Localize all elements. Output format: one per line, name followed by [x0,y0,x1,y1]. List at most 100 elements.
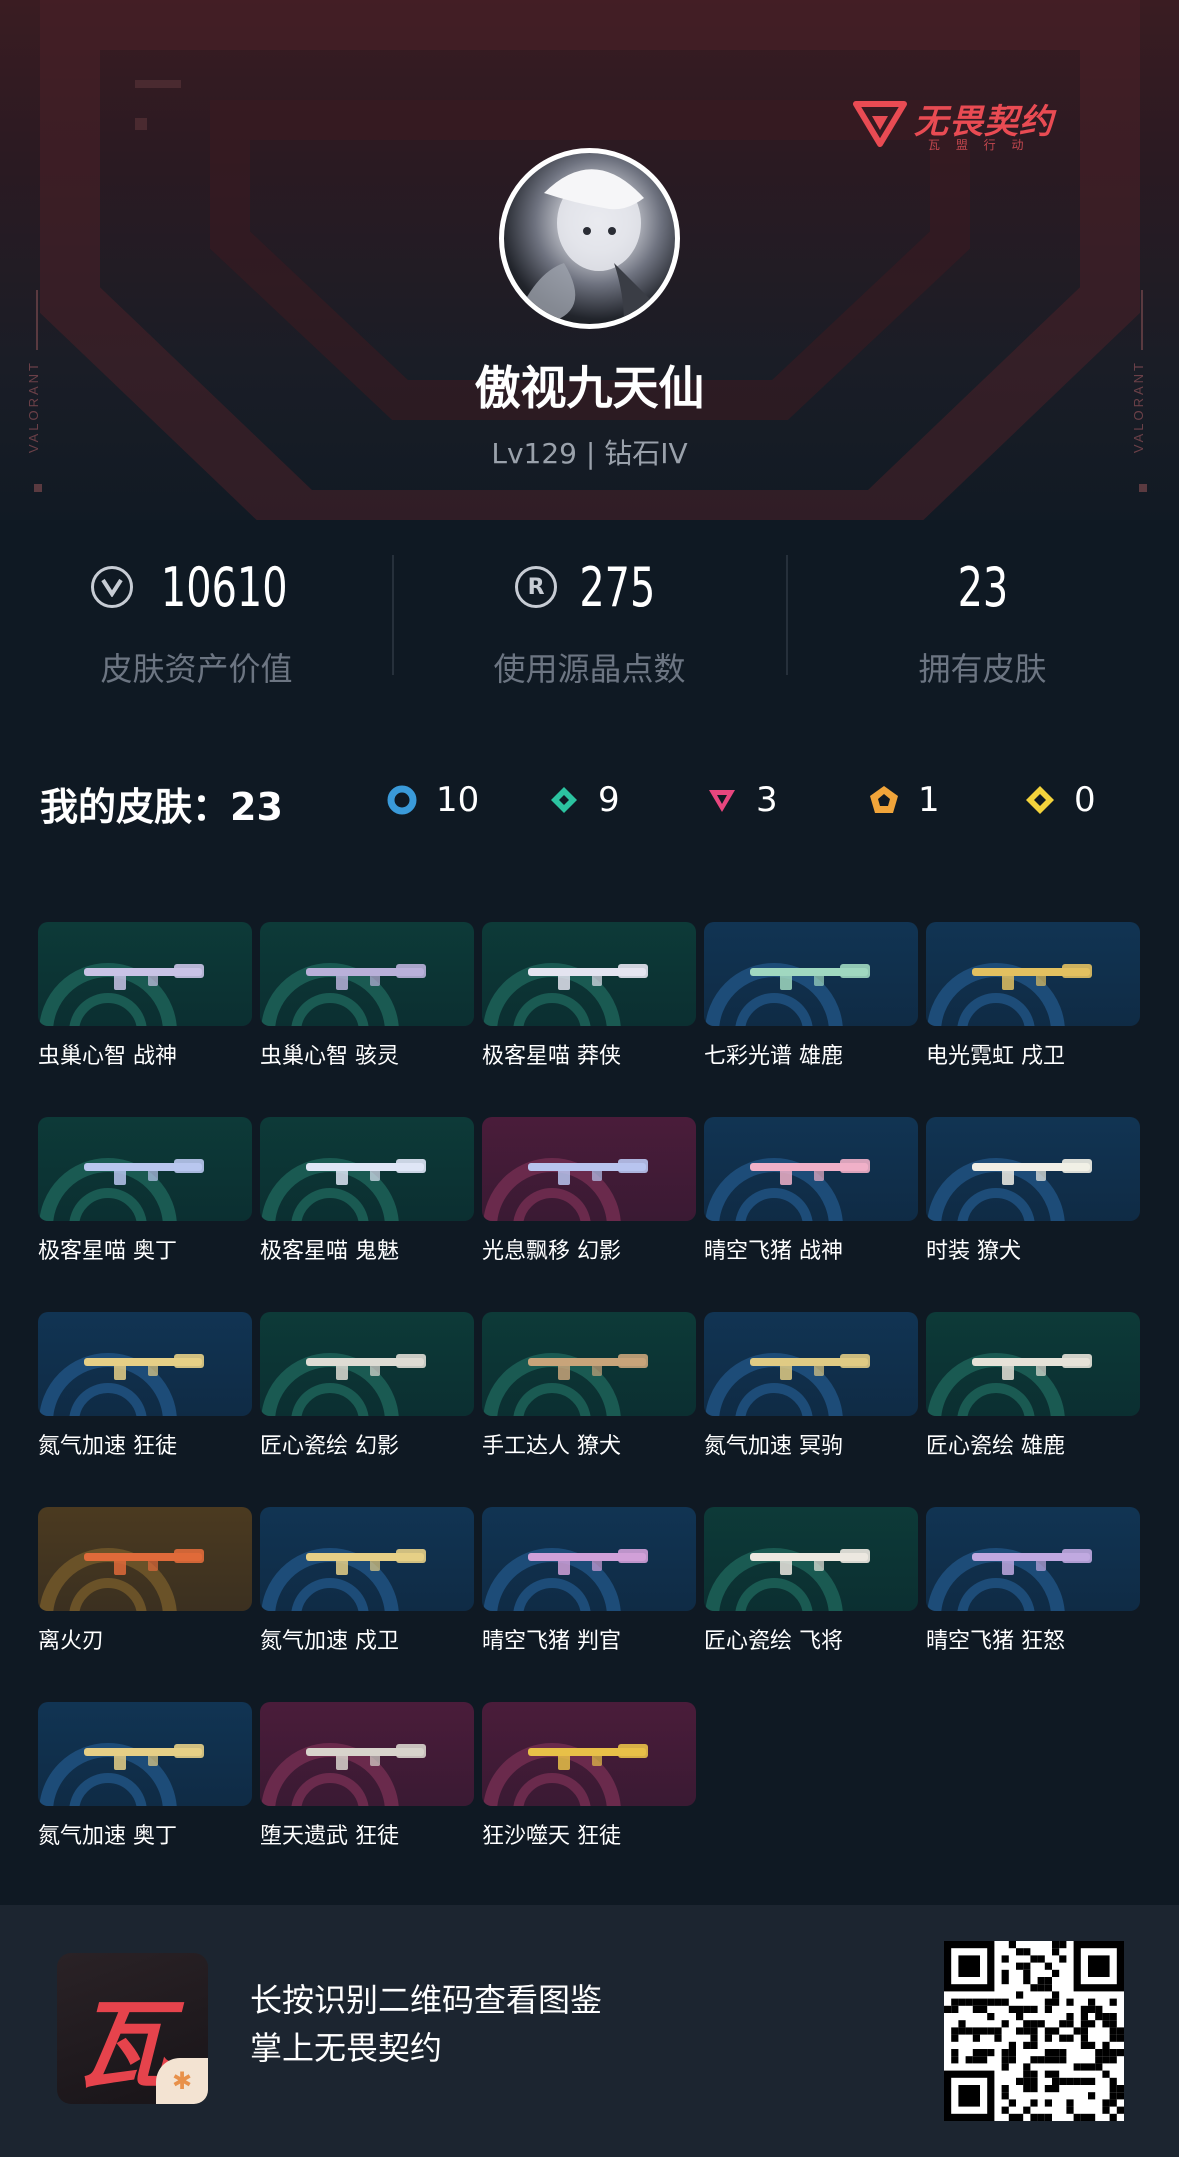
skin-name: 手工达人 獠犬 [482,1434,621,1459]
v-mark-icon [101,578,123,597]
skin-card[interactable] [260,1702,474,1806]
tier-ultra-count: 0 [1074,780,1096,820]
skin-card[interactable] [482,922,696,1026]
stat-owned-skins-label: 拥有皮肤 [918,650,1047,688]
skin-name: 氮气加速 冥驹 [704,1434,843,1459]
left-side-decoration [36,290,38,350]
skin-card[interactable] [926,1507,1140,1611]
weapon-icon [84,1549,204,1575]
qr-code-icon[interactable] [944,1941,1124,2121]
stat-owned-skins-number: 23 [957,555,1008,619]
avatar [499,148,680,329]
weapon-icon [972,1549,1092,1575]
left-side-dot [34,484,42,492]
skin-card[interactable] [260,922,474,1026]
skin-card[interactable] [704,922,918,1026]
level-rank: Lv129 | 钻石IV [491,437,688,470]
skin-card[interactable] [926,1312,1140,1416]
valorant-logo-icon [853,101,907,147]
weapon-icon [528,1159,648,1185]
skin-name: 电光霓虹 戌卫 [926,1044,1065,1069]
radianite-points-icon: R [515,566,558,608]
skin-name: 匠心瓷绘 飞将 [704,1629,843,1654]
skin-name: 狂沙噬天 狂徒 [482,1824,621,1849]
skin-card[interactable] [704,1312,918,1416]
weapon-icon [972,1354,1092,1380]
weapon-icon [84,1744,204,1770]
skin-name: 光息飘移 幻影 [482,1239,621,1264]
skin-name: 晴空飞猪 判官 [482,1629,621,1654]
skin-name: 氮气加速 狂徒 [38,1434,177,1459]
weapon-icon [750,1549,870,1575]
tier-deluxe-count: 9 [598,780,620,820]
stat-asset-value-number: 10610 [161,555,288,619]
app-icon[interactable]: 瓦 ✱ [57,1953,208,2104]
skin-name: 七彩光谱 雄鹿 [704,1044,843,1069]
weapon-icon [972,964,1092,990]
weapon-icon [528,1744,648,1770]
tier-premium-count: 3 [756,780,778,820]
skin-name: 离火刃 [38,1629,105,1654]
share-card: VALORANT VALORANT 无畏契约 瓦 盟 行 动 傲视九天仙 Lv1… [0,0,1179,2157]
stat-owned-skins: 23 拥有皮肤 [786,552,1179,690]
skin-name: 极客星喵 莽侠 [482,1044,621,1069]
skin-card[interactable] [38,1117,252,1221]
skin-name: 时装 獠犬 [926,1239,1021,1264]
weapon-icon [750,964,870,990]
skin-card[interactable] [260,1312,474,1416]
weapon-icon [750,1159,870,1185]
skin-card[interactable] [38,1507,252,1611]
weapon-icon [750,1354,870,1380]
skin-name: 虫巢心智 骇灵 [260,1044,399,1069]
stat-asset-value: 10610 皮肤资产价值 [0,552,393,690]
premium-tier-icon [709,790,735,812]
deluxe-tier-icon [551,787,577,813]
weapon-icon [528,1549,648,1575]
footer-app-name: 掌上无畏契约 [250,2029,443,2067]
skin-card[interactable] [482,1702,696,1806]
skin-card[interactable] [260,1507,474,1611]
brand-logo: 无畏契约 瓦 盟 行 动 [852,92,1092,152]
skin-card[interactable] [482,1507,696,1611]
footer: 瓦 ✱ 长按识别二维码查看图鉴 掌上无畏契约 [0,1905,1179,2157]
footer-qr-hint: 长按识别二维码查看图鉴 [250,1981,603,2019]
tier-select-count: 10 [436,780,480,820]
skin-name: 极客星喵 鬼魅 [260,1239,399,1264]
skin-name: 极客星喵 奥丁 [38,1239,177,1264]
weapon-icon [528,1354,648,1380]
weapon-icon [306,1159,426,1185]
skin-card[interactable] [260,1117,474,1221]
stat-asset-value-label: 皮肤资产价值 [100,650,293,688]
ultra-tier-icon [1026,786,1054,814]
weapon-icon [972,1159,1092,1185]
weapon-icon [306,1549,426,1575]
weapon-icon [306,1744,426,1770]
weapon-icon [84,964,204,990]
app-icon-corner-badge: ✱ [156,2058,208,2104]
skin-card[interactable] [704,1507,918,1611]
skin-card[interactable] [38,1312,252,1416]
select-tier-icon [387,785,417,815]
skin-card[interactable] [38,922,252,1026]
weapon-icon [84,1354,204,1380]
skin-card[interactable] [926,1117,1140,1221]
skin-card[interactable] [38,1702,252,1806]
avatar-illustration [514,169,675,324]
tier-select: 10 [386,778,479,822]
skin-name: 虫巢心智 战神 [38,1044,177,1069]
weapon-icon [306,964,426,990]
right-side-decoration [1141,290,1143,350]
tier-exclusive-count: 1 [918,780,940,820]
valorant-points-icon [91,566,134,608]
tier-ultra: 0 [1024,778,1096,822]
skin-card[interactable] [704,1117,918,1221]
skin-card[interactable] [926,922,1140,1026]
skin-card[interactable] [482,1117,696,1221]
skin-card[interactable] [482,1312,696,1416]
tier-exclusive: 1 [868,778,940,822]
stat-radianite-number: 275 [579,555,656,619]
qr-code-pattern [944,1941,1124,2121]
username: 傲视九天仙 [474,361,705,415]
skins-title: 我的皮肤：23 [40,785,283,829]
weapon-icon [84,1159,204,1185]
